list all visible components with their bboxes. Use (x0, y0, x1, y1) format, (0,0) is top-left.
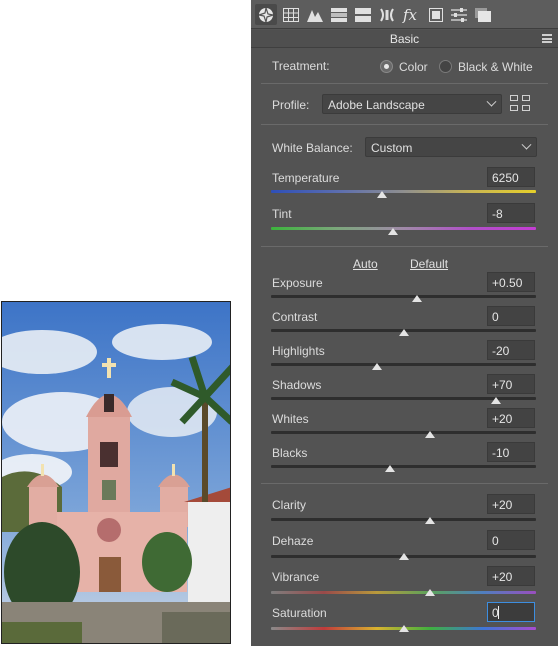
slider-label-whites: Whites (272, 412, 309, 426)
contrast-value-field[interactable]: 0 (487, 306, 535, 326)
white-balance-select[interactable]: Custom (365, 137, 537, 157)
divider (261, 483, 548, 484)
basic-panel: fx Basic Treatment: Color Black & White … (251, 0, 558, 646)
photo-preview (1, 301, 231, 644)
treatment-bw-label: Black & White (458, 60, 533, 74)
chevron-down-icon (486, 96, 497, 107)
dehaze-slider-thumb[interactable] (398, 553, 409, 560)
whites-slider-thumb[interactable] (425, 431, 435, 438)
divider (261, 124, 548, 125)
treatment-bw-radio[interactable] (439, 60, 452, 73)
split-toning-icon[interactable] (352, 4, 374, 25)
highlights-slider-track[interactable] (271, 363, 536, 366)
slider-label-tint: Tint (272, 207, 292, 221)
section-title-label: Basic (389, 32, 420, 46)
blacks-slider-thumb[interactable] (385, 465, 396, 472)
white-balance-label: White Balance: (272, 141, 353, 155)
whites-slider-track[interactable] (271, 431, 536, 434)
treatment-color-label: Color (399, 60, 428, 74)
slider-label-highlights: Highlights (272, 344, 325, 358)
snapshots-icon[interactable] (472, 4, 494, 25)
shadows-slider-thumb[interactable] (491, 397, 502, 404)
profile-value: Adobe Landscape (328, 98, 425, 112)
slider-label-contrast: Contrast (272, 310, 318, 324)
whites-value-field[interactable]: +20 (487, 408, 535, 428)
lens-corrections-icon[interactable] (376, 4, 398, 25)
divider (261, 83, 548, 84)
effects-fx-icon[interactable]: fx (400, 4, 422, 25)
panel-menu-icon[interactable] (542, 34, 552, 43)
vibrance-slider-track[interactable] (271, 591, 536, 594)
saturation-slider-thumb[interactable] (398, 625, 409, 632)
blacks-value-field[interactable]: -10 (487, 442, 535, 462)
aperture-icon[interactable] (255, 4, 277, 25)
section-header-basic: Basic (251, 30, 558, 48)
treatment-color-radio[interactable] (380, 60, 393, 73)
presets-sliders-icon[interactable] (448, 4, 470, 25)
exposure-slider-track[interactable] (271, 295, 536, 298)
slider-label-temperature: Temperature (272, 171, 340, 185)
dehaze-value-field[interactable]: 0 (487, 530, 535, 550)
slider-label-vibrance: Vibrance (272, 570, 320, 584)
panel-toolbar: fx (251, 0, 558, 29)
exposure-value-field[interactable]: +0.50 (487, 272, 535, 292)
default-link[interactable]: Default (410, 257, 448, 271)
slider-label-clarity: Clarity (272, 498, 307, 512)
detail-icon[interactable] (304, 4, 326, 25)
clarity-slider-track[interactable] (271, 518, 536, 521)
calibration-icon[interactable] (425, 4, 447, 25)
treatment-label: Treatment: (272, 59, 330, 73)
svg-text:fx: fx (402, 7, 418, 23)
vibrance-value-field[interactable]: +20 (487, 566, 535, 586)
shadows-value-field[interactable]: +70 (487, 374, 535, 394)
profile-label: Profile: (272, 98, 310, 112)
saturation-value-field[interactable]: 0 (487, 602, 535, 622)
chevron-down-icon (521, 139, 532, 150)
slider-label-saturation: Saturation (272, 606, 327, 620)
divider (261, 246, 548, 247)
temperature-value-field[interactable]: 6250 (487, 167, 535, 187)
exposure-slider-thumb[interactable] (411, 295, 422, 302)
tint-value-field[interactable]: -8 (487, 203, 535, 223)
profile-select[interactable]: Adobe Landscape (322, 94, 502, 114)
tint-slider-thumb[interactable] (387, 228, 398, 235)
tone-curve-icon[interactable] (280, 4, 302, 25)
slider-label-shadows: Shadows (272, 378, 322, 392)
clarity-slider-thumb[interactable] (425, 517, 435, 524)
auto-link[interactable]: Auto (353, 257, 378, 271)
slider-label-blacks: Blacks (272, 446, 308, 460)
temperature-slider-thumb[interactable] (377, 191, 388, 198)
highlights-value-field[interactable]: -20 (487, 340, 535, 360)
blacks-slider-track[interactable] (271, 465, 536, 468)
slider-label-exposure: Exposure (272, 276, 323, 290)
white-balance-value: Custom (371, 141, 413, 155)
hsl-icon[interactable] (328, 4, 350, 25)
highlights-slider-thumb[interactable] (372, 363, 382, 370)
tint-slider-track[interactable] (271, 227, 536, 230)
contrast-slider-thumb[interactable] (398, 329, 409, 336)
temperature-slider-track[interactable] (271, 190, 536, 193)
slider-label-dehaze: Dehaze (272, 534, 314, 548)
profile-browser-grid-icon[interactable] (510, 95, 532, 113)
clarity-value-field[interactable]: +20 (487, 494, 535, 514)
vibrance-slider-thumb[interactable] (425, 589, 435, 596)
